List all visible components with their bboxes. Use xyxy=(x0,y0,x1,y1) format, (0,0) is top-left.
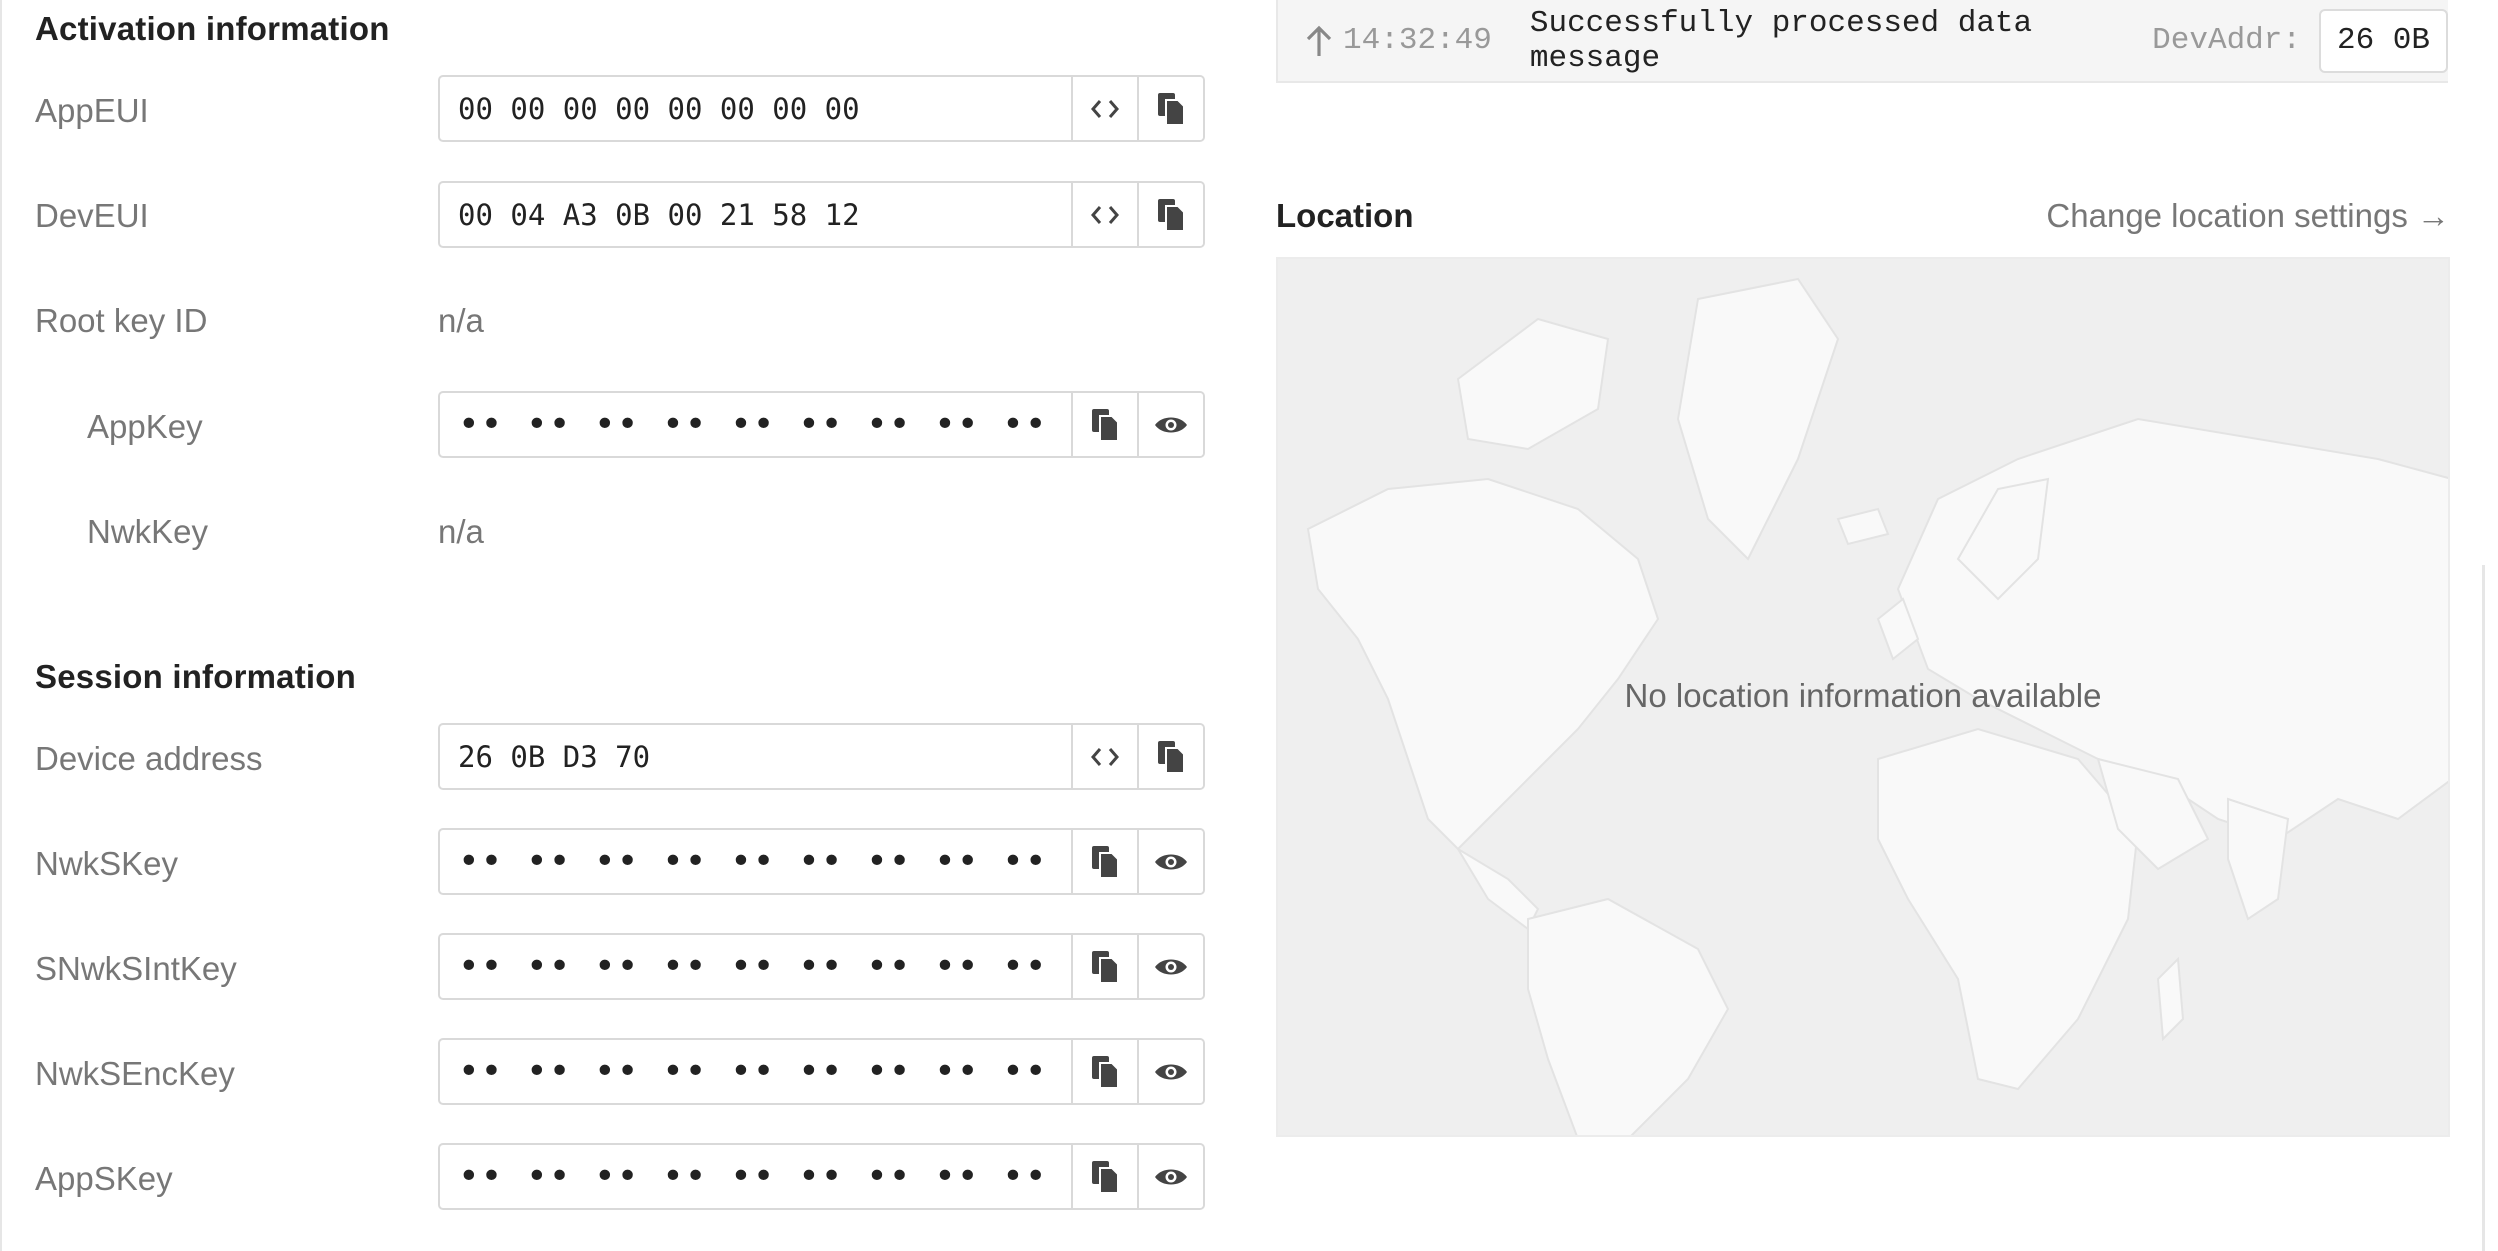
nwkkey-value: n/a xyxy=(438,513,484,550)
byte-order-button[interactable] xyxy=(1071,183,1137,246)
event-time: 14:32:49 xyxy=(1343,23,1492,58)
copy-button[interactable] xyxy=(1137,183,1203,246)
byte-order-button[interactable] xyxy=(1071,725,1137,788)
copy-button[interactable] xyxy=(1071,830,1137,893)
device-address-field: 26 0B D3 70 xyxy=(438,723,1205,790)
root-key-id-value: n/a xyxy=(438,302,484,339)
eye-icon xyxy=(1155,1169,1187,1184)
copy-button[interactable] xyxy=(1071,1040,1137,1103)
deveui-field: 00 04 A3 0B 00 21 58 12 xyxy=(438,181,1205,248)
nwkskey-label: NwkSKey xyxy=(35,845,179,882)
nwksenckey-label: NwkSEncKey xyxy=(35,1055,235,1092)
copy-button[interactable] xyxy=(1071,935,1137,998)
show-value-button[interactable] xyxy=(1137,935,1203,998)
nwkskey-field: •• •• •• •• •• •• •• •• •• •• •• •• •• •… xyxy=(438,828,1205,895)
copy-icon xyxy=(1158,92,1185,126)
event-devaddr-value: 26 0B xyxy=(2318,8,2448,73)
copy-icon xyxy=(1158,198,1185,232)
eye-icon xyxy=(1155,854,1187,869)
copy-icon xyxy=(1092,1160,1119,1194)
eye-icon xyxy=(1155,1064,1187,1079)
appskey-field: •• •• •• •• •• •• •• •• •• •• •• •• •• •… xyxy=(438,1143,1205,1210)
snwksintkey-field: •• •• •• •• •• •• •• •• •• •• •• •• •• •… xyxy=(438,933,1205,1000)
appeui-label: AppEUI xyxy=(35,92,149,129)
device-address-value[interactable]: 26 0B D3 70 xyxy=(440,725,1071,788)
root-key-id-label: Root key ID xyxy=(35,302,208,339)
deveui-value[interactable]: 00 04 A3 0B 00 21 58 12 xyxy=(440,183,1071,246)
scrollbar-track[interactable] xyxy=(2482,565,2485,1251)
show-value-button[interactable] xyxy=(1137,830,1203,893)
code-icon xyxy=(1091,747,1119,766)
eye-icon xyxy=(1155,417,1187,432)
appkey-label: AppKey xyxy=(87,408,203,445)
location-map[interactable]: No location information available xyxy=(1276,257,2450,1137)
appkey-field: •• •• •• •• •• •• •• •• •• •• •• •• •• •… xyxy=(438,391,1205,458)
appskey-value[interactable]: •• •• •• •• •• •• •• •• •• •• •• •• •• •… xyxy=(440,1145,1071,1208)
copy-button[interactable] xyxy=(1137,725,1203,788)
code-icon xyxy=(1091,99,1119,118)
appskey-label: AppSKey xyxy=(35,1160,173,1197)
copy-icon xyxy=(1092,1055,1119,1089)
location-title: Location xyxy=(1276,197,1414,234)
appeui-value[interactable]: 00 00 00 00 00 00 00 00 xyxy=(440,77,1071,140)
left-border xyxy=(0,0,2,1251)
snwksintkey-label: SNwkSIntKey xyxy=(35,950,237,987)
session-title: Session information xyxy=(35,658,357,695)
appeui-field: 00 00 00 00 00 00 00 00 xyxy=(438,75,1205,142)
copy-icon xyxy=(1158,740,1185,774)
eye-icon xyxy=(1155,959,1187,974)
copy-icon xyxy=(1092,950,1119,984)
code-icon xyxy=(1091,205,1119,224)
nwksenckey-value[interactable]: •• •• •• •• •• •• •• •• •• •• •• •• •• •… xyxy=(440,1040,1071,1103)
event-message: Successfully processed data message xyxy=(1529,5,2033,76)
show-value-button[interactable] xyxy=(1137,393,1203,456)
show-value-button[interactable] xyxy=(1137,1040,1203,1103)
byte-order-button[interactable] xyxy=(1071,77,1137,140)
copy-button[interactable] xyxy=(1137,77,1203,140)
copy-icon xyxy=(1092,845,1119,879)
copy-button[interactable] xyxy=(1071,1145,1137,1208)
snwksintkey-value[interactable]: •• •• •• •• •• •• •• •• •• •• •• •• •• •… xyxy=(440,935,1071,998)
latest-event-row[interactable]: 14:32:49 Successfully processed data mes… xyxy=(1276,0,2448,83)
show-value-button[interactable] xyxy=(1137,1145,1203,1208)
change-location-link[interactable]: Change location settings → xyxy=(2046,197,2450,235)
nwkskey-value[interactable]: •• •• •• •• •• •• •• •• •• •• •• •• •• •… xyxy=(440,830,1071,893)
device-address-label: Device address xyxy=(35,740,263,777)
nwkkey-label: NwkKey xyxy=(87,513,209,550)
copy-icon xyxy=(1092,408,1119,442)
no-location-message: No location information available xyxy=(1624,677,2102,714)
activation-title: Activation information xyxy=(35,10,390,47)
event-devaddr-key: DevAddr: xyxy=(2152,23,2301,58)
nwksenckey-field: •• •• •• •• •• •• •• •• •• •• •• •• •• •… xyxy=(438,1038,1205,1105)
deveui-label: DevEUI xyxy=(35,197,149,234)
appkey-value[interactable]: •• •• •• •• •• •• •• •• •• •• •• •• •• •… xyxy=(440,393,1071,456)
arrow-up-icon xyxy=(1303,23,1334,59)
copy-button[interactable] xyxy=(1071,393,1137,456)
